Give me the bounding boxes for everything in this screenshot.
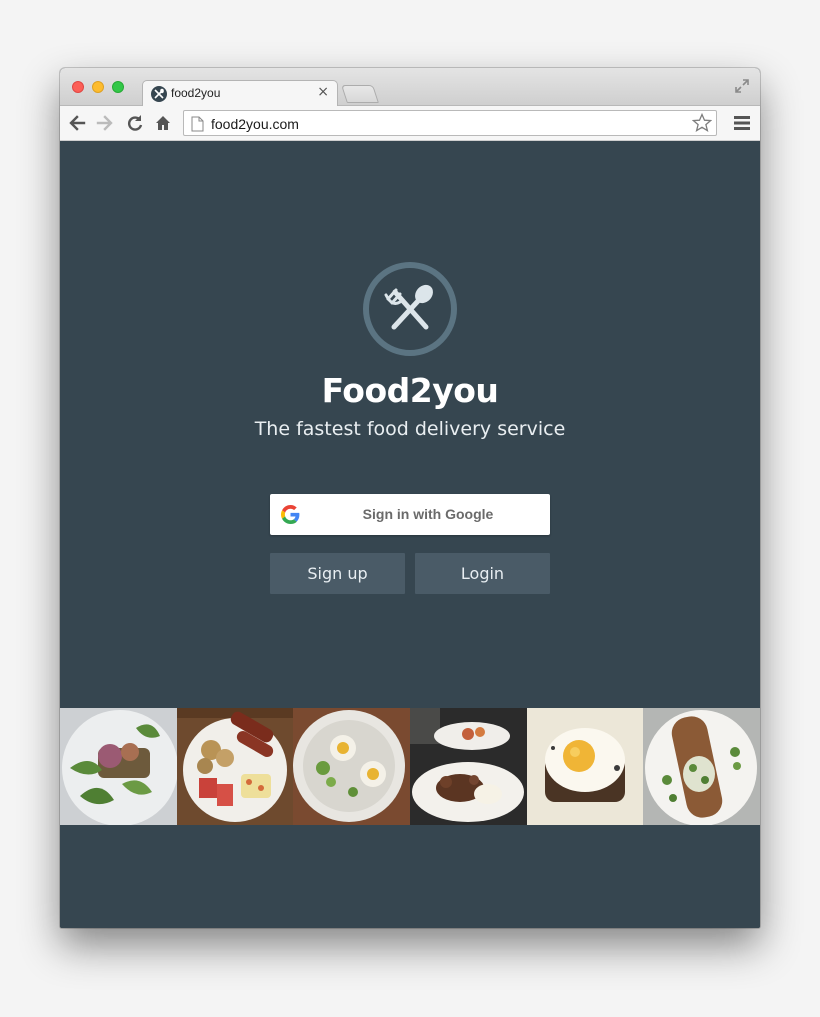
signup-button[interactable]: Sign up	[270, 553, 405, 594]
food-photo-rice-bowl	[293, 708, 411, 825]
page-icon	[191, 116, 204, 132]
food-photo-fried-egg	[526, 708, 644, 825]
food-photo-crostini	[643, 708, 760, 825]
bookmark-star-icon[interactable]	[692, 113, 712, 133]
close-window-button[interactable]	[72, 81, 84, 93]
fork-spoon-icon	[151, 86, 167, 102]
zoom-window-button[interactable]	[112, 81, 124, 93]
food-photo-breakfast	[176, 708, 294, 825]
food-photo-strip	[60, 708, 760, 825]
url-text[interactable]: food2you.com	[211, 116, 299, 132]
food-photo-salad	[60, 708, 177, 825]
page-title: Food2you	[321, 371, 499, 410]
back-arrow-icon[interactable]	[68, 114, 86, 132]
reload-icon[interactable]	[126, 114, 144, 132]
page-content: Food2you The fastest food delivery servi…	[60, 141, 760, 928]
new-tab-button[interactable]	[341, 85, 379, 103]
google-signin-label: Sign in with Google	[362, 506, 494, 522]
browser-toolbar: food2you.com	[60, 106, 760, 141]
menu-icon[interactable]	[734, 116, 750, 130]
browser-tab[interactable]: food2you ×	[142, 80, 338, 107]
tab-title: food2you	[171, 86, 221, 100]
fork-spoon-logo-icon	[363, 262, 457, 356]
fullscreen-icon[interactable]	[734, 78, 750, 94]
tab-strip: food2you ×	[60, 68, 760, 107]
google-logo-icon	[281, 505, 300, 524]
minimize-window-button[interactable]	[92, 81, 104, 93]
forward-arrow-icon[interactable]	[96, 114, 114, 132]
login-button[interactable]: Login	[415, 553, 550, 594]
browser-window: food2you × food2you.com Food2you The fas…	[60, 68, 760, 928]
food-photo-steak-dinner	[410, 708, 527, 825]
page-tagline: The fastest food delivery service	[254, 418, 566, 440]
address-bar[interactable]: food2you.com	[183, 110, 717, 136]
home-icon[interactable]	[154, 114, 172, 132]
google-signin-button[interactable]: Sign in with Google	[270, 494, 550, 535]
tab-close-icon[interactable]: ×	[317, 84, 329, 100]
